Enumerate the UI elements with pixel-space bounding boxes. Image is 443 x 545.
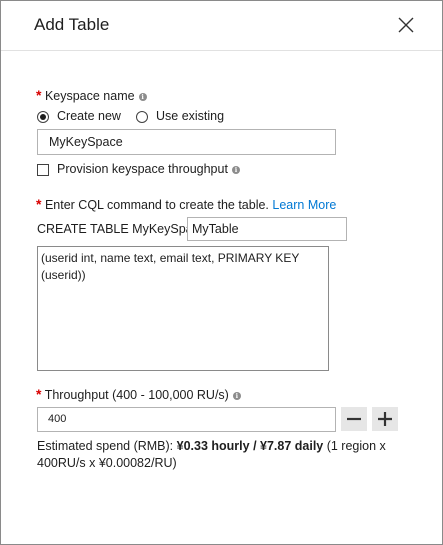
panel-title: Add Table xyxy=(34,15,110,34)
use-existing-radio[interactable] xyxy=(136,111,148,123)
keyspace-name-input[interactable]: MyKeySpace xyxy=(37,129,336,155)
create-table-prefix: CREATE TABLE MyKeySpace. xyxy=(37,222,210,236)
estimate-cost: ¥0.33 hourly / ¥7.87 daily xyxy=(176,439,324,453)
add-table-panel: Add Table * Keyspace name i Create new Us… xyxy=(0,0,443,545)
close-icon[interactable] xyxy=(394,13,418,37)
use-existing-label: Use existing xyxy=(156,109,225,123)
required-marker: * xyxy=(36,196,42,212)
provision-throughput-label: Provision keyspace throughput xyxy=(57,162,228,176)
cql-label: Enter CQL command to create the table. xyxy=(44,198,269,212)
info-icon[interactable]: i xyxy=(231,166,240,174)
table-name-input[interactable]: MyTable xyxy=(187,217,347,241)
info-icon[interactable]: i xyxy=(232,392,241,400)
provision-throughput-checkbox[interactable] xyxy=(37,164,49,176)
plus-icon xyxy=(378,412,392,426)
throughput-label: Throughput (400 - 100,000 RU/s) xyxy=(44,388,229,402)
required-marker: * xyxy=(36,386,42,402)
decrement-button[interactable] xyxy=(341,407,367,431)
create-new-label: Create new xyxy=(57,109,121,123)
throughput-input[interactable]: 400 xyxy=(37,407,336,432)
panel-header: Add Table xyxy=(1,1,442,51)
provision-throughput-row: Provision keyspace throughput i xyxy=(57,162,240,176)
learn-more-link[interactable]: Learn More xyxy=(272,198,336,212)
cql-schema-textarea[interactable]: (userid int, name text, email text, PRIM… xyxy=(37,246,329,371)
throughput-label-row: * Throughput (400 - 100,000 RU/s) i xyxy=(36,386,241,402)
estimated-spend-text: Estimated spend (RMB): ¥0.33 hourly / ¥7… xyxy=(37,438,397,472)
increment-button[interactable] xyxy=(372,407,398,431)
estimate-prefix: Estimated spend (RMB): xyxy=(37,439,177,453)
cql-label-row: * Enter CQL command to create the table.… xyxy=(36,196,336,212)
keyspace-name-label-row: * Keyspace name i xyxy=(36,87,147,103)
keyspace-name-label: Keyspace name xyxy=(44,89,135,103)
create-new-radio[interactable] xyxy=(37,111,49,123)
info-icon[interactable]: i xyxy=(138,93,147,101)
required-marker: * xyxy=(36,87,42,103)
minus-icon xyxy=(347,417,361,421)
